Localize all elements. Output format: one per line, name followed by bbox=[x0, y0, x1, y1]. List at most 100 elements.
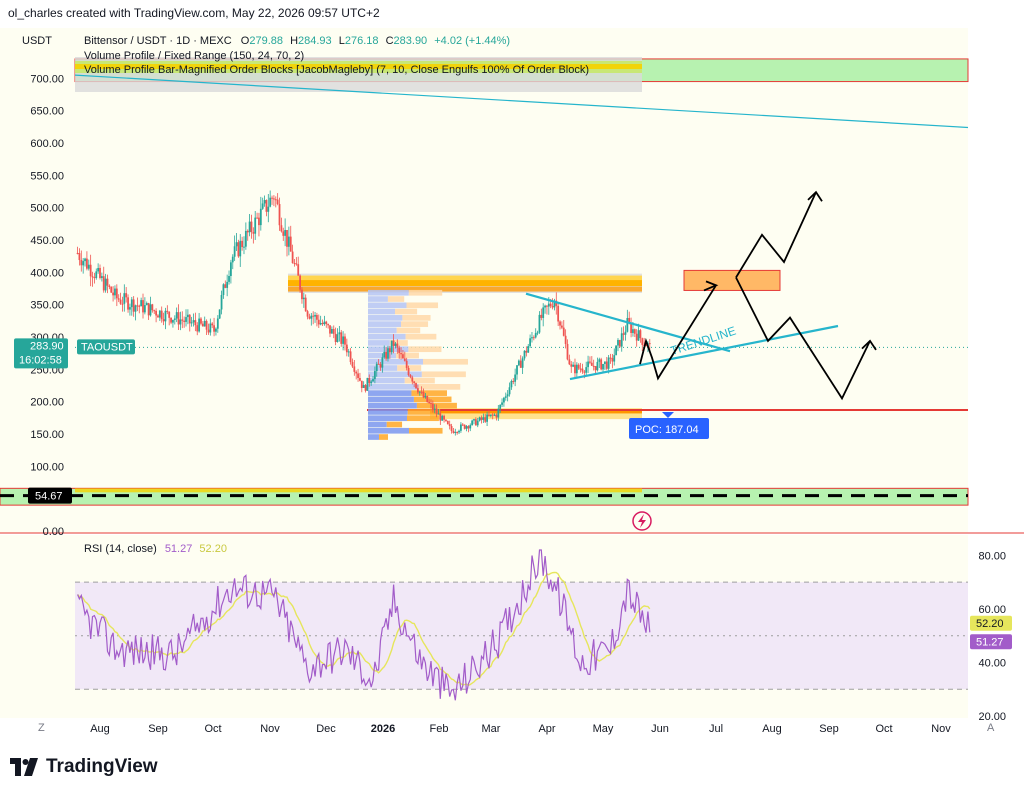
candle-body[interactable] bbox=[516, 365, 518, 375]
candle-body[interactable] bbox=[241, 240, 244, 248]
indicator-order-blocks[interactable]: Volume Profile Bar-Magnified Order Block… bbox=[84, 64, 589, 76]
candle-body[interactable] bbox=[173, 318, 176, 320]
candle-body[interactable] bbox=[181, 319, 184, 321]
candle-body[interactable] bbox=[332, 329, 335, 334]
nav-right-icon[interactable]: A bbox=[987, 722, 995, 734]
candle-body[interactable] bbox=[112, 292, 114, 296]
candle-body[interactable] bbox=[132, 299, 135, 312]
candle-body[interactable] bbox=[402, 354, 404, 359]
candle-body[interactable] bbox=[134, 305, 137, 312]
candle-body[interactable] bbox=[622, 333, 625, 335]
candle-body[interactable] bbox=[613, 355, 616, 362]
candle-body[interactable] bbox=[493, 414, 496, 416]
candle-body[interactable] bbox=[228, 275, 230, 282]
candle-body[interactable] bbox=[534, 333, 537, 338]
candle-body[interactable] bbox=[495, 414, 498, 418]
candle-body[interactable] bbox=[222, 284, 225, 295]
candle-body[interactable] bbox=[583, 371, 586, 373]
candle-body[interactable] bbox=[390, 340, 393, 353]
candle-body[interactable] bbox=[585, 367, 588, 373]
candle-body[interactable] bbox=[420, 391, 423, 393]
candle-body[interactable] bbox=[422, 391, 425, 398]
candle-body[interactable] bbox=[589, 361, 591, 363]
candle-body[interactable] bbox=[360, 380, 363, 388]
candle-body[interactable] bbox=[239, 240, 242, 257]
candle-body[interactable] bbox=[594, 366, 597, 371]
time-axis[interactable]: Aug Sep Oct Nov Dec 2026 Feb Mar Apr May Jun Jul Aug… bbox=[90, 723, 951, 735]
candle-body[interactable] bbox=[611, 358, 614, 362]
candle-body[interactable] bbox=[312, 315, 315, 317]
candle-body[interactable] bbox=[620, 333, 623, 347]
candle-body[interactable] bbox=[596, 361, 599, 371]
candle-body[interactable] bbox=[327, 324, 330, 326]
candle-body[interactable] bbox=[336, 334, 339, 343]
candle-body[interactable] bbox=[310, 315, 313, 319]
candle-body[interactable] bbox=[637, 330, 640, 341]
candle-body[interactable] bbox=[579, 368, 582, 370]
candle-body[interactable] bbox=[362, 385, 365, 388]
candle-body[interactable] bbox=[86, 258, 88, 269]
candle-body[interactable] bbox=[76, 252, 79, 254]
candle-body[interactable] bbox=[476, 420, 479, 426]
candle-body[interactable] bbox=[231, 256, 234, 263]
candle-body[interactable] bbox=[501, 402, 503, 405]
candle-body[interactable] bbox=[188, 314, 191, 324]
candle-body[interactable] bbox=[407, 367, 410, 375]
candle-body[interactable] bbox=[121, 303, 124, 305]
candle-body[interactable] bbox=[147, 303, 150, 316]
candle-body[interactable] bbox=[617, 339, 619, 346]
candle-body[interactable] bbox=[602, 363, 604, 370]
candle-body[interactable] bbox=[519, 360, 522, 368]
candle-body[interactable] bbox=[194, 320, 197, 326]
candle-body[interactable] bbox=[430, 402, 432, 404]
candle-body[interactable] bbox=[566, 343, 569, 360]
candle-body[interactable] bbox=[349, 351, 352, 363]
candle-body[interactable] bbox=[286, 229, 288, 247]
candle-body[interactable] bbox=[632, 329, 634, 333]
candle-body[interactable] bbox=[273, 198, 275, 200]
candle-body[interactable] bbox=[340, 332, 343, 344]
chart-canvas[interactable]: TRENDLINEPOC: 187.04 0.00100.00150.00200… bbox=[0, 0, 1024, 750]
candle-body[interactable] bbox=[243, 246, 245, 248]
candle-body[interactable] bbox=[102, 276, 105, 291]
candle-body[interactable] bbox=[215, 328, 217, 332]
candle-body[interactable] bbox=[633, 329, 636, 334]
candle-body[interactable] bbox=[175, 312, 178, 319]
candle-body[interactable] bbox=[624, 331, 627, 335]
candle-body[interactable] bbox=[473, 419, 475, 421]
candle-body[interactable] bbox=[454, 432, 457, 434]
candle-body[interactable] bbox=[460, 424, 462, 431]
candle-body[interactable] bbox=[426, 395, 429, 403]
candle-body[interactable] bbox=[536, 332, 539, 334]
candle-body[interactable] bbox=[527, 346, 530, 353]
candle-body[interactable] bbox=[160, 310, 163, 320]
candle-body[interactable] bbox=[383, 351, 386, 358]
candle-body[interactable] bbox=[186, 314, 189, 318]
candle-body[interactable] bbox=[540, 314, 543, 318]
candle-body[interactable] bbox=[446, 420, 449, 425]
candle-body[interactable] bbox=[428, 402, 431, 404]
candle-body[interactable] bbox=[104, 278, 107, 291]
candle-body[interactable] bbox=[379, 364, 382, 368]
candle-body[interactable] bbox=[211, 323, 214, 326]
candle-body[interactable] bbox=[110, 286, 113, 293]
candle-body[interactable] bbox=[306, 311, 309, 317]
candle-body[interactable] bbox=[577, 364, 580, 369]
candle-body[interactable] bbox=[355, 371, 358, 374]
candle-body[interactable] bbox=[84, 258, 86, 262]
candle-body[interactable] bbox=[607, 357, 610, 369]
candle-body[interactable] bbox=[304, 297, 307, 312]
target-order-block[interactable] bbox=[683, 269, 781, 291]
candle-body[interactable] bbox=[549, 303, 552, 307]
candle-body[interactable] bbox=[366, 377, 369, 391]
candle-body[interactable] bbox=[413, 381, 416, 384]
candle-body[interactable] bbox=[130, 299, 133, 308]
candle-body[interactable] bbox=[396, 343, 399, 348]
candle-body[interactable] bbox=[400, 353, 402, 355]
candle-body[interactable] bbox=[155, 310, 157, 316]
candle-body[interactable] bbox=[439, 413, 442, 421]
candle-body[interactable] bbox=[314, 315, 316, 317]
candle-body[interactable] bbox=[235, 242, 238, 247]
candle-body[interactable] bbox=[559, 321, 561, 326]
candle-body[interactable] bbox=[370, 381, 373, 384]
